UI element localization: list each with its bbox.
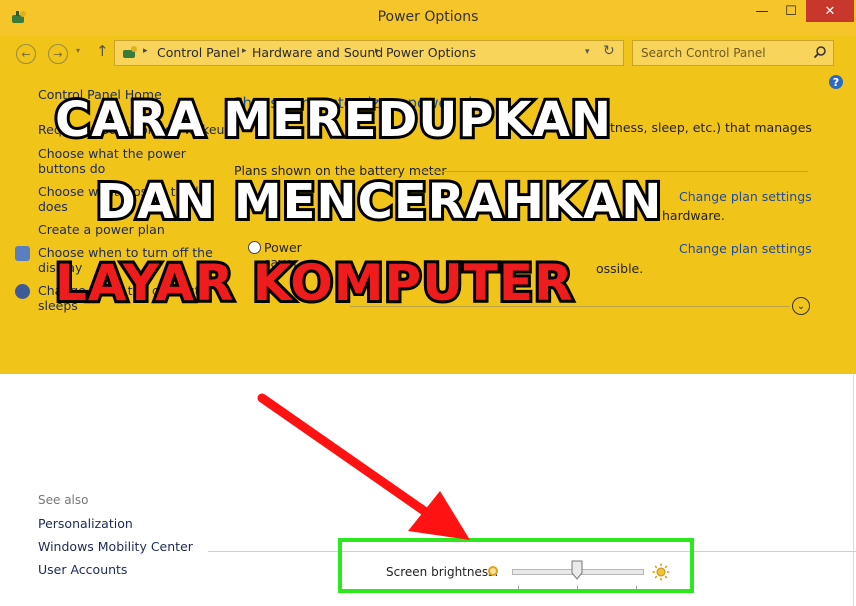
headline-line-2: DAN MENCERAHKAN: [93, 171, 664, 233]
headline-line-1: CARA MEREDUPKAN: [52, 89, 614, 151]
headline-line-3: LAYAR KOMPUTER: [52, 251, 576, 315]
